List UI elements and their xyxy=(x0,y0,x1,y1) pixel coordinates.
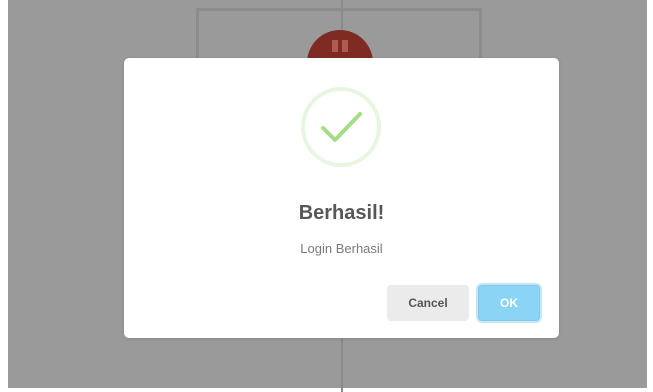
success-dialog: Berhasil! Login Berhasil Cancel OK xyxy=(124,58,559,338)
checkmark-success-icon xyxy=(301,87,381,167)
dialog-message: Login Berhasil xyxy=(300,241,383,256)
dialog-title: Berhasil! xyxy=(298,202,385,224)
cancel-button[interactable]: Cancel xyxy=(387,285,469,321)
ok-button[interactable]: OK xyxy=(478,285,540,321)
page-edge-right xyxy=(647,0,653,392)
page-edge-bottom xyxy=(0,388,653,392)
background-avatar-icon xyxy=(329,40,351,54)
page-edge-left xyxy=(0,0,8,392)
